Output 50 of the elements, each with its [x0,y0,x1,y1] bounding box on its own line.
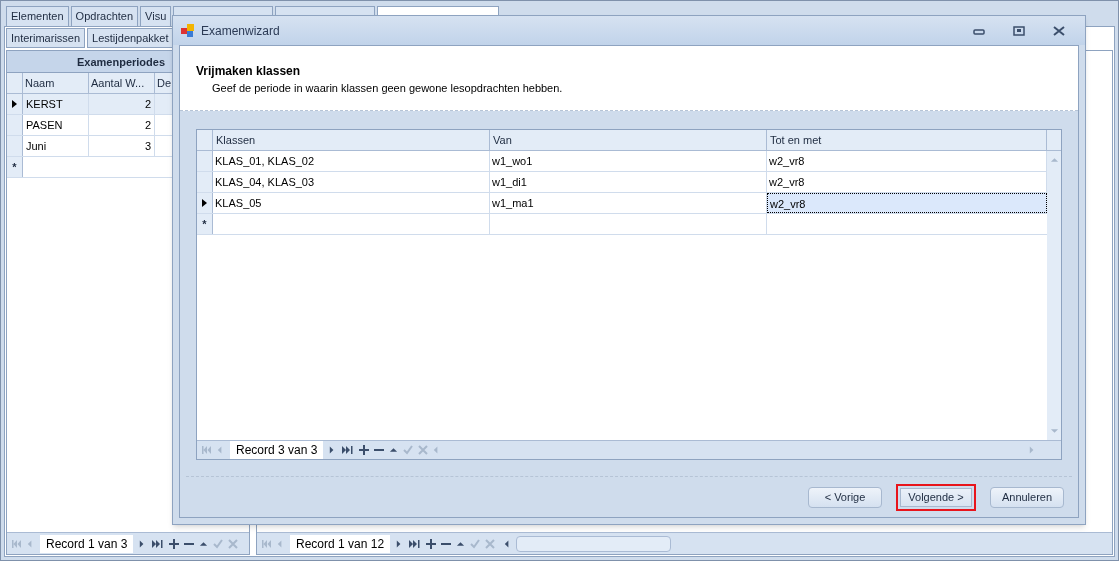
tab[interactable]: Elementen [6,6,69,26]
close-icon[interactable] [1053,25,1065,36]
tab[interactable]: Lestijdenpakket [87,28,174,48]
last-record-icon[interactable] [152,538,165,549]
window-title: Examenwizard [201,22,280,40]
table-cell: 2 [89,94,155,114]
current-row-icon [12,100,17,108]
tab[interactable]: Interimarissen [6,28,86,48]
table-cell: 3 [89,136,155,156]
checkmark-icon[interactable] [213,538,224,549]
table-cell: Juni [23,136,89,156]
table-cell: KERST [23,94,89,114]
table-cell: PASEN [23,115,89,135]
new-row-marker: * [197,214,213,234]
table-cell: w1_di1 [490,172,767,192]
column-header[interactable]: Tot en met [767,130,1047,150]
scrollbar-thumb[interactable] [516,535,672,552]
table-cell: KLAS_05 [213,193,490,213]
tab[interactable]: Opdrachten [70,6,139,26]
app-icon [181,23,195,38]
minimize-icon[interactable] [973,26,985,35]
checkmark-icon[interactable] [403,445,414,455]
new-row-marker: * [7,157,23,177]
table-cell: w1_wo1 [490,151,767,171]
maximize-icon[interactable] [1013,25,1025,36]
wizard-button[interactable]: < Vorige [808,486,882,508]
edit-icon[interactable] [389,445,399,455]
table-cell: w2_vr8 [767,193,1047,213]
record-counter: Record 1 van 3 [40,534,134,553]
wizard-button[interactable]: Volgende > [896,483,976,511]
last-record-icon[interactable] [409,538,422,549]
tab[interactable]: Visu [140,6,172,26]
table-cell: 2 [89,115,155,135]
current-row-icon [202,199,207,207]
column-header[interactable]: Naam [23,73,89,93]
wizard-button[interactable]: Annuleren [990,486,1064,508]
last-record-icon[interactable] [342,445,355,455]
row-indicator[interactable] [197,193,213,213]
record-counter: Record 1 van 12 [290,534,391,553]
column-header[interactable]: Aantal W... [89,73,155,93]
column-header[interactable]: Klassen [213,130,490,150]
table-cell: KLAS_01, KLAS_02 [213,151,490,171]
add-icon[interactable] [359,445,370,455]
table-cell: KLAS_04, KLAS_03 [213,172,490,192]
add-icon[interactable] [169,538,180,549]
checkmark-icon[interactable] [470,538,481,549]
column-header[interactable]: Van [490,130,767,150]
record-counter: Record 3 van 3 [230,441,324,459]
page-description: Geef de periode in waarin klassen geen gewone lesopdrachten hebben. [211,81,564,96]
add-icon[interactable] [426,538,437,549]
